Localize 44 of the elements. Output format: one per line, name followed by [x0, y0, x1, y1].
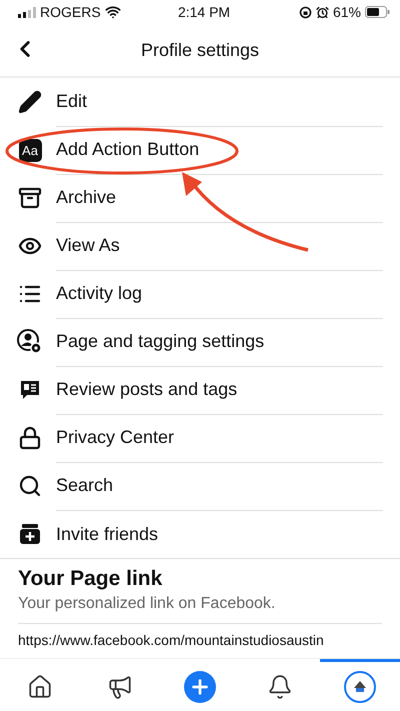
menu-label: Archive — [56, 187, 116, 208]
clock-time: 2:14 PM — [178, 4, 230, 20]
menu-item[interactable]: Review posts and tags — [0, 366, 400, 414]
menu-item[interactable]: View As — [0, 222, 400, 270]
archive-box-icon — [18, 186, 42, 210]
section-title: Your Page link — [18, 567, 164, 591]
menu-item[interactable]: Aa Add Action Button — [0, 126, 400, 174]
menu-item[interactable]: Search — [0, 462, 400, 510]
search-icon — [18, 474, 42, 498]
menu-item[interactable]: Edit — [0, 78, 400, 126]
battery-icon — [365, 6, 390, 18]
page-url: https://www.facebook.com/mountainstudiosaustin — [18, 631, 325, 650]
menu-label: View As — [56, 235, 120, 256]
menu-label: Activity log — [56, 283, 142, 304]
menu-label: Review posts and tags — [56, 379, 238, 400]
menu-label: Privacy Center — [56, 427, 174, 448]
menu-item[interactable]: Activity log — [0, 270, 400, 318]
signal-icon — [18, 6, 36, 18]
page-title: Profile settings — [140, 40, 260, 60]
menu-item[interactable]: Invite friends — [0, 510, 400, 558]
menu-label: Invite friends — [56, 524, 158, 544]
menu-label: Page and tagging settings — [56, 331, 264, 352]
avatar-icon — [344, 670, 376, 702]
bell-icon — [267, 674, 293, 700]
menu-label: Add Action Button — [56, 139, 200, 160]
speech-bubble-icon — [18, 378, 42, 402]
plus-icon — [184, 670, 216, 702]
megaphone-icon — [107, 674, 133, 700]
menu-label: Search — [56, 475, 114, 496]
rotation-lock-icon — [298, 6, 312, 18]
section-subtitle: Your personalized link on Facebook. — [18, 595, 382, 624]
lock-icon — [18, 426, 42, 450]
battery-percent: 61% — [332, 4, 362, 20]
pencil-icon — [18, 90, 42, 114]
menu-item[interactable]: Privacy Center — [0, 414, 400, 462]
menu-item[interactable]: Page and tagging settings — [0, 318, 400, 366]
menu-label: Edit — [56, 91, 88, 112]
text-format-icon: Aa — [18, 138, 42, 162]
add-box-icon — [18, 522, 42, 546]
wifi-icon — [104, 4, 121, 20]
home-icon — [27, 674, 53, 700]
person-gear-icon — [17, 329, 43, 355]
carrier-name: ROGERS — [40, 4, 101, 20]
alarm-clock-icon — [316, 6, 329, 18]
